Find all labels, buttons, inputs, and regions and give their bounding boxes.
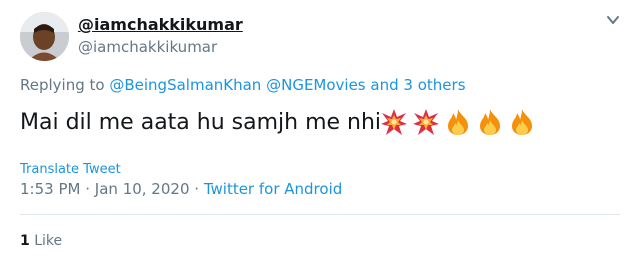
emoji-row [380,108,536,136]
display-name[interactable]: @iamchakkikumar [78,15,243,35]
fire-icon [480,109,500,135]
replying-prefix: Replying to [20,76,105,94]
collision-icon [413,109,439,135]
tweet-source-link[interactable]: Twitter for Android [204,180,342,198]
collision-icon [381,109,407,135]
tweet-meta: 1:53 PM · Jan 10, 2020 · Twitter for And… [20,180,342,198]
avatar[interactable] [20,12,69,61]
chevron-down-icon[interactable] [606,13,620,27]
divider [20,214,620,215]
user-handle[interactable]: @iamchakkikumar [78,37,243,57]
meta-separator: · [194,180,200,198]
tweet-text: Mai dil me aata hu samjh me nhi [20,110,382,135]
tweet-time[interactable]: 1:53 PM [20,180,80,198]
fire-icon [512,109,532,135]
replying-to: Replying to @BeingSalmanKhan @NGEMovies … [20,76,466,94]
fire-icon [448,109,468,135]
avatar-image [20,12,69,61]
likes-number: 1 [20,233,30,249]
others-link[interactable]: 3 others [403,76,465,94]
tweet-date[interactable]: Jan 10, 2020 [95,180,190,198]
likes-label: Like [34,233,63,249]
translate-tweet-link[interactable]: Translate Tweet [20,162,121,177]
likes-count[interactable]: 1 Like [20,233,62,249]
mention-ngemovies[interactable]: @NGEMovies [266,76,366,94]
mention-beingsalmankhan[interactable]: @BeingSalmanKhan [109,76,261,94]
meta-separator: · [85,180,91,198]
others-join[interactable]: and [370,76,398,94]
